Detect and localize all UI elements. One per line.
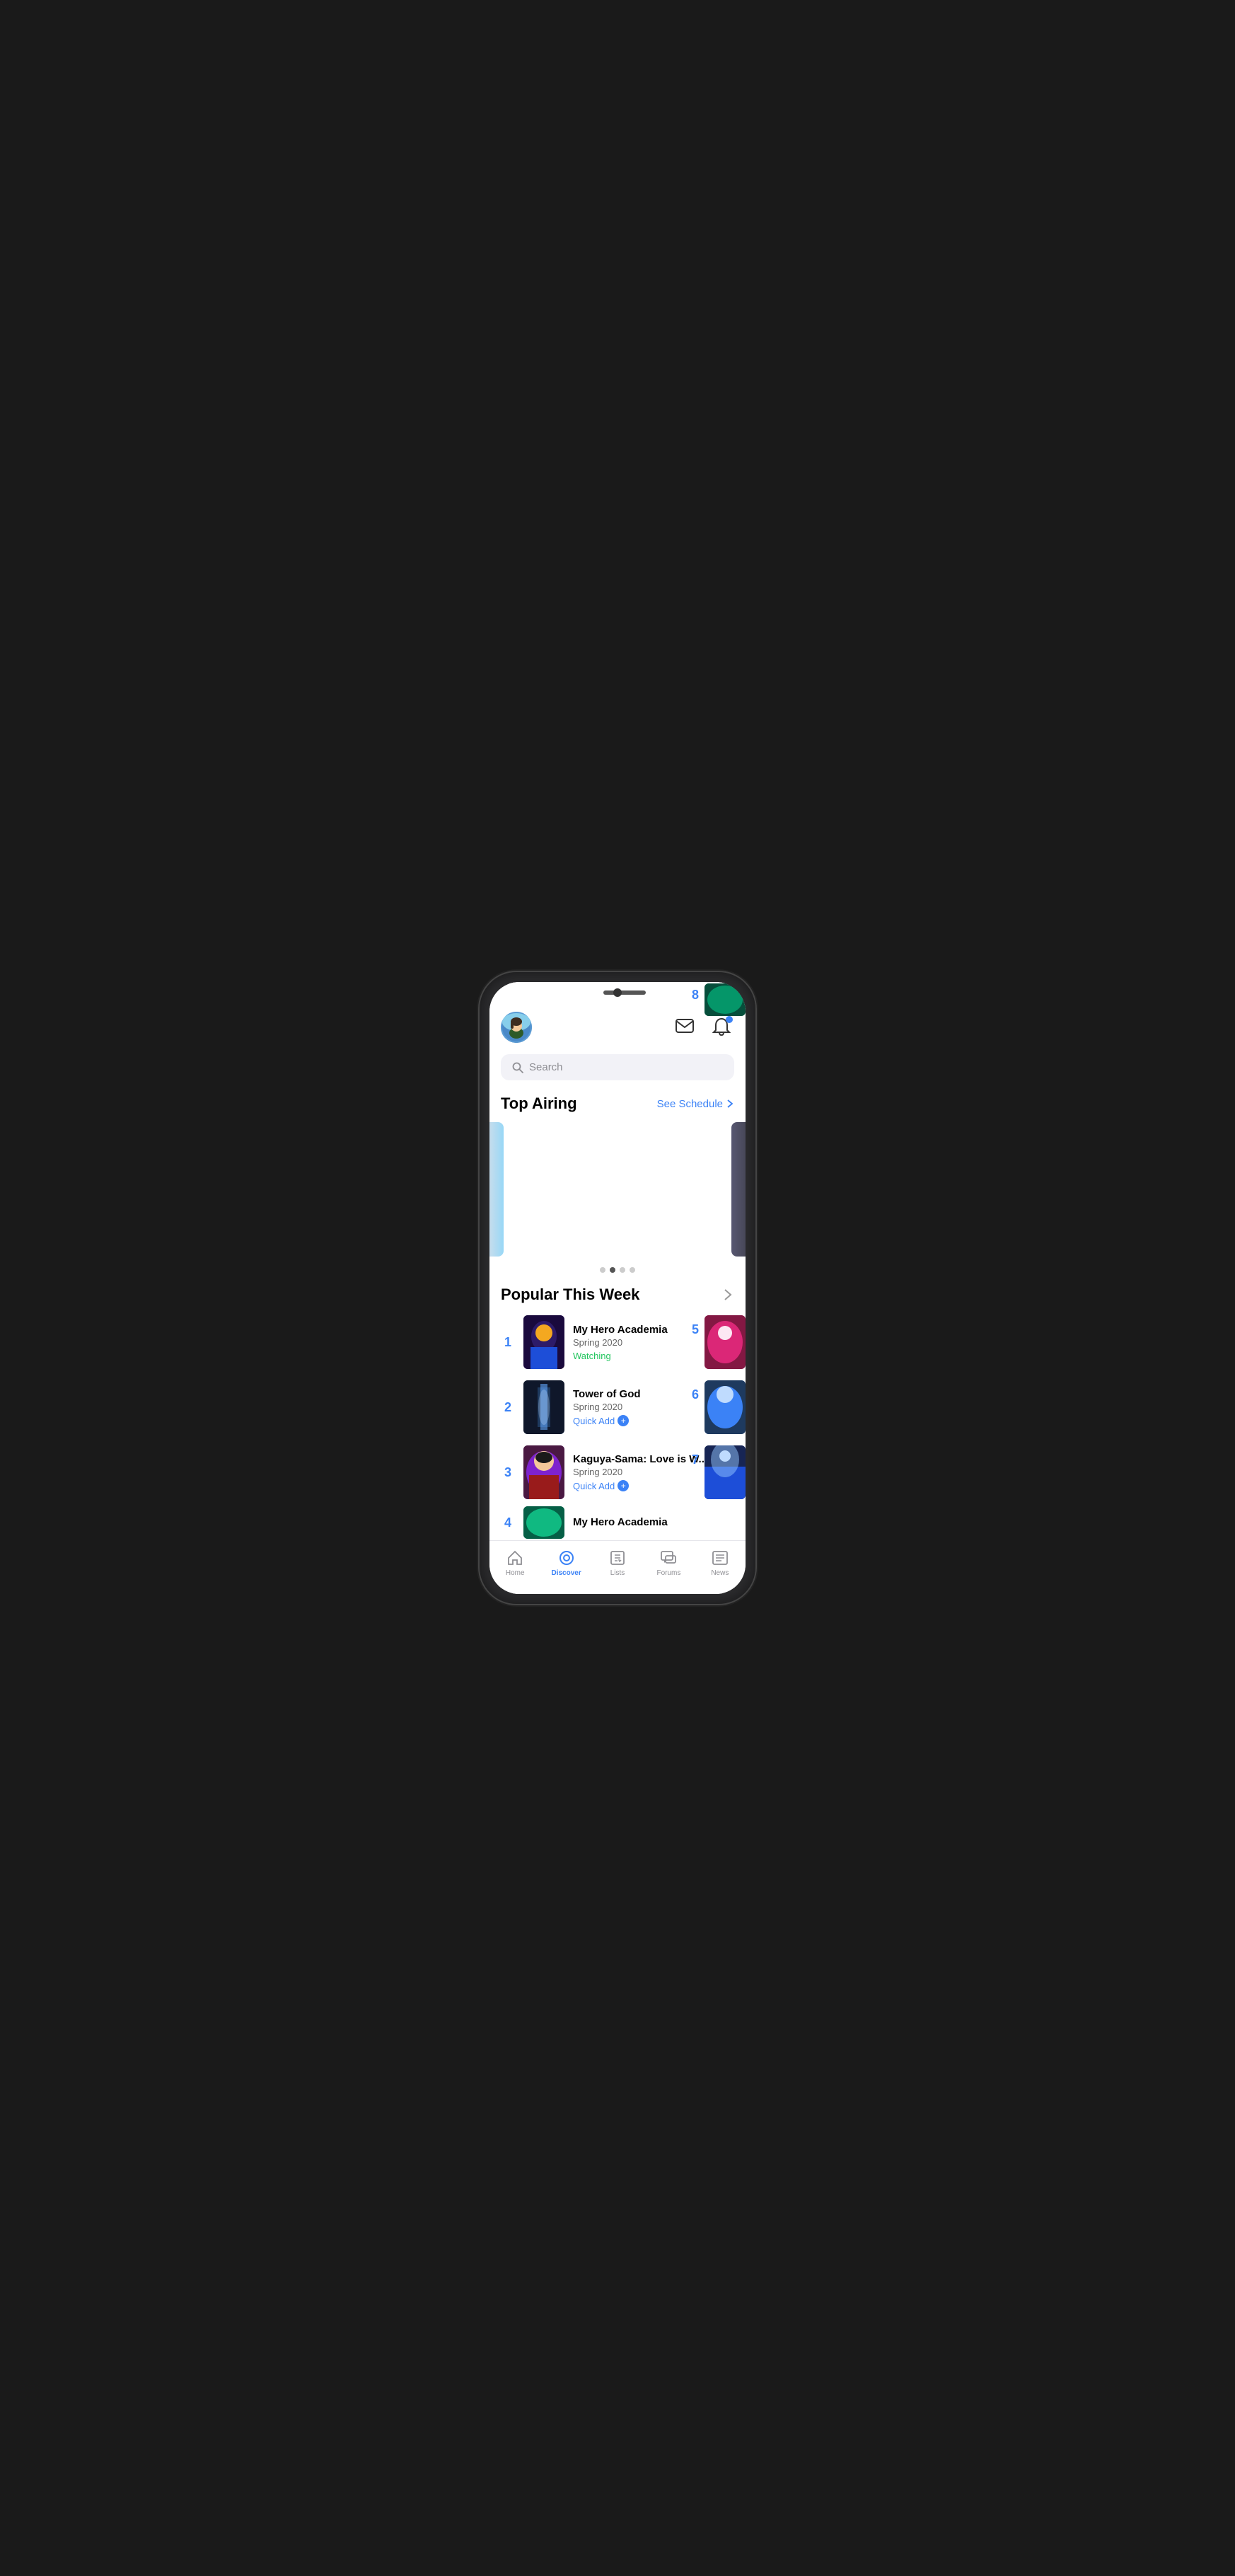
carousel-wrapper: Kaguya-Sama: Love is War Comedy • Romanc… <box>489 1119 746 1260</box>
dot-3[interactable] <box>620 1267 625 1273</box>
item-right-thumb-2 <box>705 1380 746 1434</box>
avatar-image <box>501 1012 532 1043</box>
nav-home[interactable]: Home <box>489 1547 540 1580</box>
popular-title: Popular This Week <box>501 1286 639 1304</box>
item-right-rank-2: 6 <box>692 1387 699 1402</box>
item-rank-2: 2 <box>501 1400 515 1415</box>
chevron-right-icon <box>726 1099 734 1108</box>
nav-forums[interactable]: Forums <box>643 1547 694 1580</box>
lists-icon <box>609 1549 626 1566</box>
search-bar[interactable]: Search <box>501 1054 734 1080</box>
item-name-4: My Hero Academia <box>573 1516 734 1528</box>
phone-inner: Search Top Airing See Schedule <box>489 982 746 1594</box>
carousel-dots <box>489 1260 746 1280</box>
header-icons <box>672 1015 734 1040</box>
anime-list: 1 My Hero Academia Spring 2020 Watching <box>489 1310 746 1540</box>
phone-frame: Search Top Airing See Schedule <box>480 972 755 1604</box>
popular-see-more[interactable] <box>721 1288 734 1301</box>
notification-dot <box>726 1016 733 1023</box>
bottom-nav: Home Discover Lists <box>489 1540 746 1594</box>
quick-add-circle-3: + <box>618 1480 629 1491</box>
speaker <box>603 990 646 995</box>
list-item[interactable]: 1 My Hero Academia Spring 2020 Watching <box>489 1310 746 1375</box>
phone-screen: Search Top Airing See Schedule <box>489 982 746 1594</box>
list-item[interactable]: 3 Kaguya-Sama: Love is W... Spring 2020 <box>489 1440 746 1505</box>
top-airing-title: Top Airing <box>501 1094 577 1113</box>
item-right-rank-3: 7 <box>692 1452 699 1467</box>
item-thumb-2 <box>523 1380 564 1434</box>
item-rank-1: 1 <box>501 1335 515 1350</box>
item-rank-4: 4 <box>501 1515 515 1530</box>
news-icon <box>712 1549 729 1566</box>
nav-home-label: Home <box>506 1569 525 1577</box>
popular-header: Popular This Week <box>489 1280 746 1310</box>
item-thumb-3 <box>523 1445 564 1499</box>
dot-1[interactable] <box>600 1267 605 1273</box>
search-placeholder: Search <box>529 1061 563 1073</box>
notification-button[interactable] <box>709 1015 734 1040</box>
dot-2[interactable] <box>610 1267 615 1273</box>
popular-chevron-icon <box>721 1288 734 1301</box>
nav-discover[interactable]: Discover <box>540 1547 591 1580</box>
nav-news-label: News <box>711 1569 729 1577</box>
item-right-thumb-3 <box>705 1445 746 1499</box>
home-icon <box>506 1549 523 1566</box>
item-right-thumb-1 <box>705 1315 746 1369</box>
nav-forums-label: Forums <box>656 1569 680 1577</box>
search-icon <box>512 1062 523 1073</box>
carousel-peek-left <box>489 1122 504 1257</box>
list-item[interactable]: 2 Tower of God Spring 2020 Qui <box>489 1375 746 1440</box>
item-thumb-4 <box>523 1506 564 1539</box>
item-right-rank-1: 5 <box>692 1322 699 1337</box>
nav-lists[interactable]: Lists <box>592 1547 643 1580</box>
top-airing-header: Top Airing See Schedule <box>489 1089 746 1119</box>
nav-news[interactable]: News <box>695 1547 746 1580</box>
see-schedule-button[interactable]: See Schedule <box>657 1098 734 1110</box>
quick-add-circle-2: + <box>618 1415 629 1426</box>
message-button[interactable] <box>672 1015 697 1040</box>
nav-discover-label: Discover <box>551 1569 581 1577</box>
list-item[interactable]: 4 My Hero Academia 8 <box>489 1505 746 1540</box>
item-thumb-1 <box>523 1315 564 1369</box>
forums-icon <box>660 1549 677 1566</box>
nav-lists-label: Lists <box>610 1569 625 1577</box>
carousel-peek-right <box>731 1122 746 1257</box>
item-rank-3: 3 <box>501 1465 515 1480</box>
discover-icon <box>558 1549 575 1566</box>
message-icon <box>675 1018 695 1036</box>
item-info-4: My Hero Academia <box>573 1516 734 1530</box>
camera-notch <box>613 988 622 997</box>
avatar[interactable] <box>501 1012 532 1043</box>
dot-4[interactable] <box>630 1267 635 1273</box>
